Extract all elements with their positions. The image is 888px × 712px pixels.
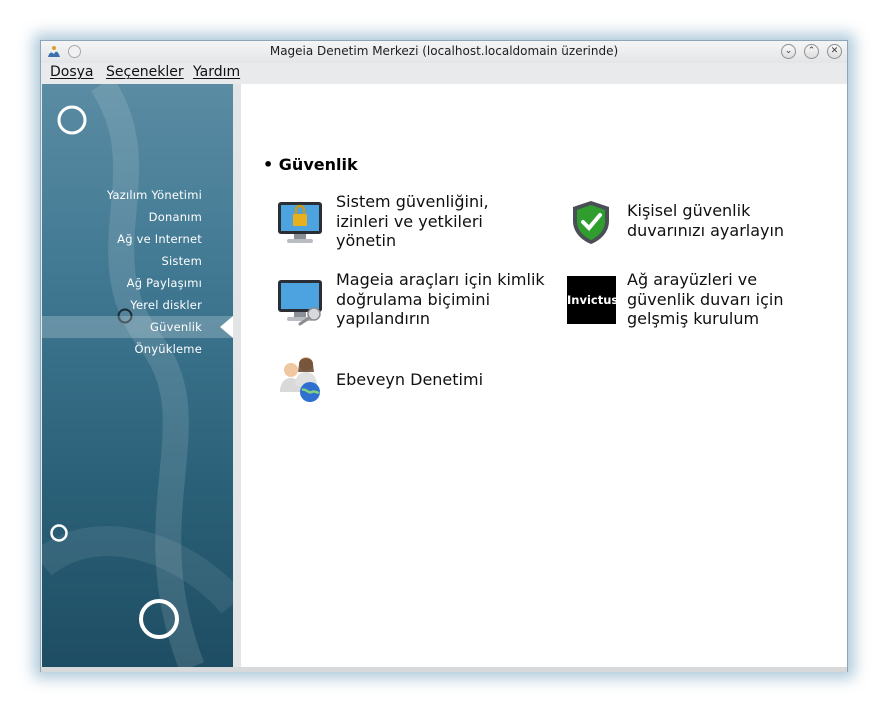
security-permissions-item[interactable]: Sistem güvenliğini, izinleri ve yetkiler… (274, 192, 544, 256)
active-item-pointer (220, 316, 233, 338)
sidebar-item-network[interactable]: Ağ ve Internet (117, 232, 202, 246)
status-bar (41, 667, 847, 672)
window-title: Mageia Denetim Merkezi (localhost.locald… (269, 44, 619, 58)
content-panel: • Güvenlik Sistem güvenliğini, izinleri … (241, 84, 847, 667)
item-label: Ebeveyn Denetimi (336, 370, 484, 389)
invictus-icon: Invictus (567, 276, 618, 324)
sidebar-item-local-disks[interactable]: Yerel diskler (130, 298, 202, 312)
category-sidebar: Yazılım Yönetimi Donanım Ağ ve Internet … (42, 84, 233, 667)
sidebar-item-system[interactable]: Sistem (162, 254, 202, 268)
item-label: Sistem güvenliğini, izinleri ve yetkiler… (336, 192, 489, 250)
sidebar-item-boot[interactable]: Önyükleme (135, 342, 202, 356)
section-title: • Güvenlik (263, 155, 358, 174)
sidebar-item-sharing[interactable]: Ağ Paylaşımı (127, 276, 202, 290)
shield-check-icon (573, 201, 609, 244)
active-item-highlight (42, 316, 233, 338)
personal-firewall-item[interactable]: Kişisel güvenlik duvarınızı ayarlayın (565, 196, 835, 246)
parental-control-item[interactable]: Ebeveyn Denetimi (274, 352, 544, 407)
menu-dosya[interactable]: Dosya (50, 64, 94, 80)
menu-yardim[interactable]: Yardım (193, 64, 240, 80)
item-label: Kişisel güvenlik duvarınızı ayarlayın (627, 201, 785, 240)
sidebar-item-software[interactable]: Yazılım Yönetimi (107, 188, 202, 202)
application-window: Mageia Denetim Merkezi (localhost.locald… (40, 40, 848, 672)
sidebar-item-hardware[interactable]: Donanım (149, 210, 202, 224)
menu-secenekler[interactable]: Seçenekler (106, 64, 184, 80)
item-label: Ağ arayüzleri ve güvenlik duvarı için ge… (627, 270, 784, 328)
splitter[interactable] (233, 84, 241, 667)
advanced-firewall-item[interactable]: Invictus Ağ arayüzleri ve güvenlik duvar… (565, 270, 835, 334)
item-label: Mageia araçları için kimlik doğrulama bi… (336, 270, 545, 328)
monitor-key-icon (278, 280, 322, 326)
maximize-button[interactable]: ⌃ (804, 44, 819, 59)
parents-globe-icon (280, 357, 320, 402)
title-bar[interactable]: Mageia Denetim Merkezi (localhost.locald… (41, 41, 847, 63)
menu-bar: Dosya Seçenekler Yardım (41, 63, 847, 83)
sidebar-item-security[interactable]: Güvenlik (150, 320, 202, 334)
authentication-item[interactable]: Mageia araçları için kimlik doğrulama bi… (274, 270, 545, 334)
monitor-lock-icon (278, 202, 322, 243)
minimize-button[interactable]: ⌄ (781, 44, 796, 59)
sidebar-decoration (42, 84, 233, 667)
close-button[interactable]: ✕ (827, 44, 842, 59)
